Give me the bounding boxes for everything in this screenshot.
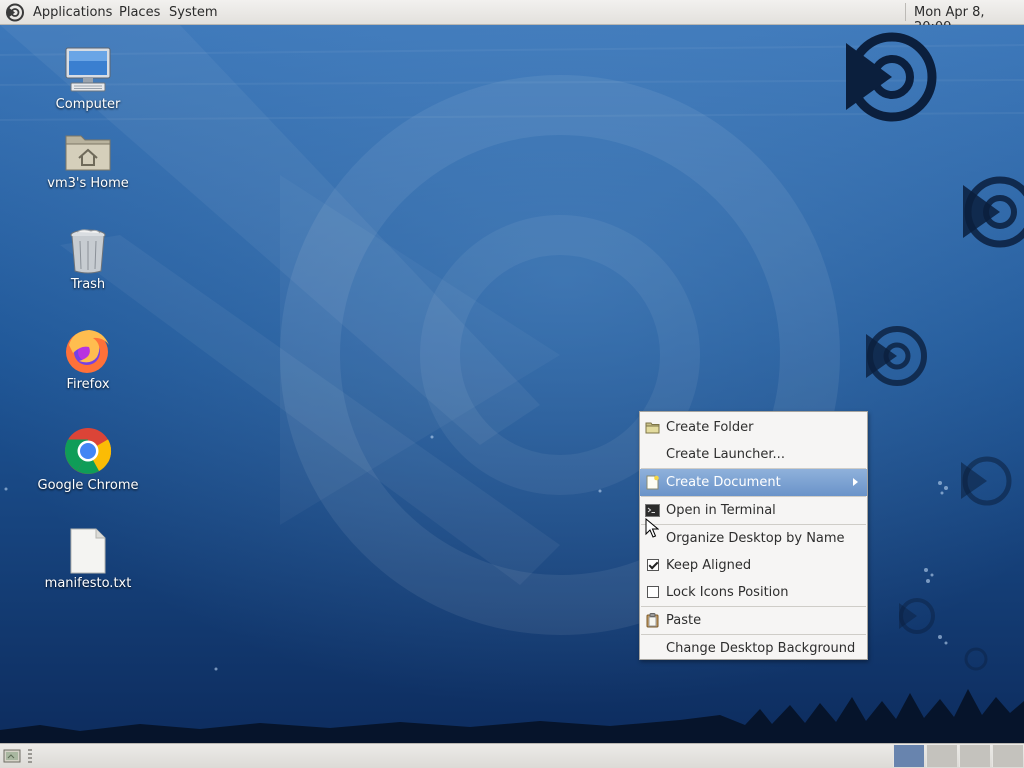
menu-item-create-folder[interactable]: Create Folder <box>640 414 867 441</box>
menu-item-label: Open in Terminal <box>666 503 776 518</box>
text-file-icon <box>70 528 106 574</box>
computer-icon <box>65 47 111 92</box>
desktop-icon-trash[interactable]: Trash <box>28 227 148 292</box>
menu-item-label: Organize Desktop by Name <box>666 531 845 546</box>
menu-item-label: Lock Icons Position <box>666 585 789 600</box>
menu-item-label: Keep Aligned <box>666 558 752 573</box>
bottom-panel <box>0 743 1024 768</box>
folder-icon <box>645 422 660 434</box>
desktop[interactable]: Computer vm3's Home Trash Firefox Google… <box>0 25 1024 743</box>
desktop-icon-manifesto[interactable]: manifesto.txt <box>28 528 148 591</box>
menu-item-label: Create Folder <box>666 420 754 435</box>
desktop-context-menu: Create Folder Create Launcher... Create … <box>639 411 868 660</box>
desktop-icon-home[interactable]: vm3's Home <box>28 128 148 191</box>
menu-item-label: Create Document <box>666 475 781 490</box>
menu-item-keep-aligned[interactable]: Keep Aligned <box>640 552 867 579</box>
panel-separator <box>905 3 906 21</box>
show-desktop-icon[interactable] <box>3 748 21 763</box>
desktop-icon-label: vm3's Home <box>47 176 129 191</box>
desktop-icon-chrome[interactable]: Google Chrome <box>28 426 148 493</box>
places-menu[interactable]: Places <box>119 5 160 20</box>
panel-grip[interactable] <box>28 749 32 763</box>
menu-item-change-background[interactable]: Change Desktop Background <box>640 635 867 662</box>
top-panel: Applications Places System Mon Apr 8, 20… <box>0 0 1024 35</box>
menu-item-create-document[interactable]: Create Document <box>640 469 867 496</box>
checkbox-unchecked[interactable] <box>647 586 659 598</box>
desktop-icon-label: manifesto.txt <box>44 576 132 591</box>
workspace-3[interactable] <box>959 745 990 767</box>
desktop-icon-label: Firefox <box>66 377 110 392</box>
menu-item-organize-desktop[interactable]: Organize Desktop by Name <box>640 525 867 552</box>
wallpaper <box>0 25 1024 743</box>
menu-item-label: Change Desktop Background <box>666 641 856 656</box>
firefox-icon <box>66 330 109 373</box>
desktop-icon-computer[interactable]: Computer <box>28 45 148 112</box>
system-menu[interactable]: System <box>169 5 217 20</box>
desktop-icon-label: Google Chrome <box>37 478 139 493</box>
home-folder-icon <box>65 135 111 171</box>
menu-item-label: Paste <box>666 613 702 628</box>
document-icon <box>646 475 659 490</box>
desktop-icon-label: Trash <box>70 277 106 292</box>
menu-item-open-terminal[interactable]: Open in Terminal <box>640 497 867 524</box>
submenu-arrow-icon <box>853 478 858 486</box>
desktop-icon-firefox[interactable]: Firefox <box>28 327 148 392</box>
applications-menu[interactable]: Applications <box>33 5 112 20</box>
workspace-4[interactable] <box>992 745 1023 767</box>
distro-logo-icon[interactable] <box>5 3 25 22</box>
terminal-icon <box>645 504 660 517</box>
checkbox-checked[interactable] <box>647 559 659 571</box>
menu-item-paste[interactable]: Paste <box>640 607 867 634</box>
desktop-icon-label: Computer <box>55 97 121 112</box>
trash-icon <box>70 229 106 274</box>
menu-item-label: Create Launcher... <box>666 447 785 462</box>
workspace-1[interactable] <box>893 745 924 767</box>
menu-item-lock-icons[interactable]: Lock Icons Position <box>640 579 867 606</box>
clipboard-icon <box>646 613 659 628</box>
chrome-icon <box>65 428 112 474</box>
workspace-2[interactable] <box>926 745 957 767</box>
mouse-pointer-icon <box>645 518 659 538</box>
menu-item-create-launcher[interactable]: Create Launcher... <box>640 441 867 468</box>
